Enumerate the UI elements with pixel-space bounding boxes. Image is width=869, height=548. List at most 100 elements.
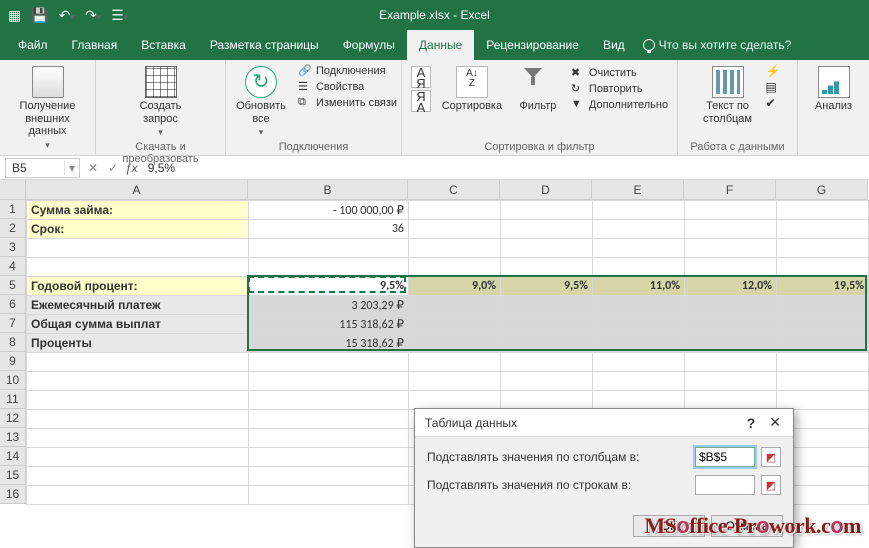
ok-button[interactable]: ОК bbox=[633, 515, 705, 537]
cell-G10[interactable] bbox=[777, 372, 869, 391]
formula-input[interactable]: 9,5% bbox=[144, 161, 869, 175]
what-if-button[interactable]: Анализ bbox=[811, 64, 857, 115]
cell-E10[interactable] bbox=[593, 372, 685, 391]
cell-B5[interactable]: 9,5% bbox=[249, 277, 409, 296]
column-header-G[interactable]: G bbox=[776, 180, 868, 200]
cell-D1[interactable] bbox=[501, 201, 593, 220]
tab-pagelayout[interactable]: Разметка страницы bbox=[198, 30, 331, 60]
cell-F10[interactable] bbox=[685, 372, 777, 391]
sort-asc-button[interactable]: АЯ bbox=[411, 66, 431, 88]
cell-C8[interactable] bbox=[409, 334, 501, 353]
row-header-12[interactable]: 12 bbox=[0, 409, 26, 428]
get-external-data-button[interactable]: Получение внешних данных ▾ bbox=[12, 64, 84, 152]
cell-G1[interactable] bbox=[777, 201, 869, 220]
reapply-filter-button[interactable]: ↻Повторить bbox=[571, 82, 668, 96]
column-header-A[interactable]: A bbox=[26, 180, 248, 200]
row-header-14[interactable]: 14 bbox=[0, 447, 26, 466]
cancel-button[interactable]: Отмена bbox=[711, 515, 783, 537]
cell-E9[interactable] bbox=[593, 353, 685, 372]
cell-E8[interactable] bbox=[593, 334, 685, 353]
row-header-5[interactable]: 5 bbox=[0, 276, 26, 295]
cell-D2[interactable] bbox=[501, 220, 593, 239]
sort-desc-button[interactable]: ЯА bbox=[411, 90, 431, 112]
cell-C9[interactable] bbox=[409, 353, 501, 372]
clear-filter-button[interactable]: ✖Очистить bbox=[571, 66, 668, 80]
cell-B16[interactable] bbox=[249, 486, 409, 505]
cell-D10[interactable] bbox=[501, 372, 593, 391]
row-header-6[interactable]: 6 bbox=[0, 295, 26, 314]
row-header-9[interactable]: 9 bbox=[0, 352, 26, 371]
cell-C1[interactable] bbox=[409, 201, 501, 220]
row-header-2[interactable]: 2 bbox=[0, 219, 26, 238]
cell-C3[interactable] bbox=[409, 239, 501, 258]
save-icon[interactable]: 💾 bbox=[31, 7, 48, 24]
cell-G4[interactable] bbox=[777, 258, 869, 277]
cell-A2[interactable]: Срок: bbox=[27, 220, 249, 239]
cell-D5[interactable]: 9,5% bbox=[501, 277, 593, 296]
cell-G8[interactable] bbox=[777, 334, 869, 353]
cell-C7[interactable] bbox=[409, 315, 501, 334]
cell-C2[interactable] bbox=[409, 220, 501, 239]
cell-B8[interactable]: 15 318,62 ₽ bbox=[249, 334, 409, 353]
cell-G9[interactable] bbox=[777, 353, 869, 372]
cell-A13[interactable] bbox=[27, 429, 249, 448]
cell-B4[interactable] bbox=[249, 258, 409, 277]
name-box-dropdown-icon[interactable]: ▾ bbox=[64, 161, 79, 175]
cell-E11[interactable] bbox=[593, 391, 685, 410]
cell-D4[interactable] bbox=[501, 258, 593, 277]
cell-B10[interactable] bbox=[249, 372, 409, 391]
cell-A10[interactable] bbox=[27, 372, 249, 391]
tell-me[interactable]: Что вы хотите сделать? bbox=[643, 38, 792, 52]
cell-B15[interactable] bbox=[249, 467, 409, 486]
tab-insert[interactable]: Вставка bbox=[129, 30, 198, 60]
column-header-F[interactable]: F bbox=[684, 180, 776, 200]
cell-D8[interactable] bbox=[501, 334, 593, 353]
cell-F4[interactable] bbox=[685, 258, 777, 277]
cell-F9[interactable] bbox=[685, 353, 777, 372]
row-header-13[interactable]: 13 bbox=[0, 428, 26, 447]
cell-A7[interactable]: Общая сумма выплат bbox=[27, 315, 249, 334]
row-header-4[interactable]: 4 bbox=[0, 257, 26, 276]
row-input-cell-field[interactable] bbox=[695, 475, 755, 495]
advanced-filter-button[interactable]: ▼Дополнительно bbox=[571, 98, 668, 112]
cell-B12[interactable] bbox=[249, 410, 409, 429]
dialog-titlebar[interactable]: Таблица данных ? ✕ bbox=[415, 409, 793, 437]
cell-B3[interactable] bbox=[249, 239, 409, 258]
cell-E1[interactable] bbox=[593, 201, 685, 220]
cell-F7[interactable] bbox=[685, 315, 777, 334]
name-box[interactable]: B5 ▾ bbox=[5, 158, 80, 178]
refresh-all-button[interactable]: Обновить все ▾ bbox=[230, 64, 292, 140]
cell-B9[interactable] bbox=[249, 353, 409, 372]
cell-A14[interactable] bbox=[27, 448, 249, 467]
cell-G5[interactable]: 19,5% bbox=[777, 277, 869, 296]
cell-D11[interactable] bbox=[501, 391, 593, 410]
cell-F5[interactable]: 12,0% bbox=[685, 277, 777, 296]
accept-formula-icon[interactable]: ✓ bbox=[103, 161, 123, 175]
cell-B11[interactable] bbox=[249, 391, 409, 410]
fx-icon[interactable]: ƒx bbox=[123, 161, 144, 175]
cell-A4[interactable] bbox=[27, 258, 249, 277]
cancel-formula-icon[interactable]: ✕ bbox=[83, 161, 103, 175]
cell-D6[interactable] bbox=[501, 296, 593, 315]
redo-icon[interactable]: ↷▾ bbox=[85, 7, 101, 24]
text-to-columns-button[interactable]: Текст по столбцам bbox=[696, 64, 760, 127]
cell-F11[interactable] bbox=[685, 391, 777, 410]
cell-G3[interactable] bbox=[777, 239, 869, 258]
row-header-1[interactable]: 1 bbox=[0, 200, 26, 219]
tab-formulas[interactable]: Формулы bbox=[331, 30, 407, 60]
validation-icon[interactable]: ✔ bbox=[766, 96, 780, 110]
column-header-C[interactable]: C bbox=[408, 180, 500, 200]
touch-mode-icon[interactable]: ☰▾ bbox=[111, 7, 128, 24]
cell-B2[interactable]: 36 bbox=[249, 220, 409, 239]
cell-A16[interactable] bbox=[27, 486, 249, 505]
flash-fill-icon[interactable]: ⚡ bbox=[766, 64, 780, 78]
cell-G11[interactable] bbox=[777, 391, 869, 410]
cell-B14[interactable] bbox=[249, 448, 409, 467]
tab-view[interactable]: Вид bbox=[591, 30, 637, 60]
cell-F1[interactable] bbox=[685, 201, 777, 220]
cell-E5[interactable]: 11,0% bbox=[593, 277, 685, 296]
cell-F2[interactable] bbox=[685, 220, 777, 239]
tab-data[interactable]: Данные bbox=[407, 30, 474, 60]
properties-button[interactable]: ☰Свойства bbox=[298, 80, 397, 94]
cell-A3[interactable] bbox=[27, 239, 249, 258]
